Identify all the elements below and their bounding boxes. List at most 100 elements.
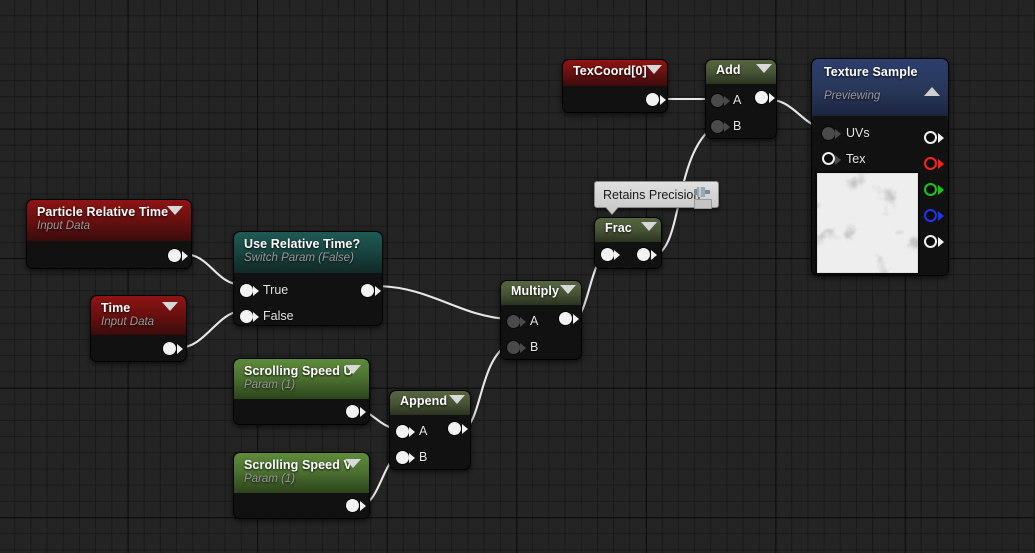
chevron-up-icon[interactable] (924, 87, 940, 96)
tooltip-tail (605, 206, 619, 214)
chevron-down-icon[interactable] (756, 64, 772, 73)
input-pin[interactable] (507, 341, 520, 354)
output-pin-r[interactable] (924, 157, 937, 170)
node-header[interactable]: Texture Sample Previewing (812, 59, 948, 116)
node-time[interactable]: Time Input Data (90, 295, 187, 362)
input-pin-label: B (733, 119, 742, 133)
node-header[interactable]: Use Relative Time? Switch Param (False) (234, 232, 382, 273)
node-header[interactable]: Add (706, 60, 776, 84)
input-pin-arrow (614, 250, 620, 260)
output-pin-arrow (769, 93, 775, 103)
input-pin[interactable] (601, 248, 614, 261)
input-pin-label: False (263, 309, 294, 323)
chevron-down-icon[interactable] (167, 206, 183, 215)
input-pin-row-b[interactable]: B (706, 113, 776, 138)
pushpin-icon[interactable] (692, 186, 712, 198)
tooltip-label: Retains Precision (603, 188, 701, 202)
input-pin-label: A (419, 424, 428, 438)
node-texture-sample[interactable]: Texture Sample Previewing UVs Tex (811, 58, 949, 276)
input-pin[interactable] (396, 425, 409, 438)
node-subtitle: Param (1) (244, 379, 296, 391)
chevron-down-icon[interactable] (646, 65, 662, 74)
input-pin-row-b[interactable]: B (390, 444, 470, 469)
output-pin[interactable] (168, 249, 181, 262)
material-node-graph-canvas[interactable]: Particle Relative Time Input Data Time I… (0, 0, 1035, 553)
input-pin[interactable] (711, 94, 724, 107)
retains-precision-tooltip[interactable]: Retains Precision (594, 181, 719, 214)
input-pin-arrow (724, 122, 730, 132)
output-pin-arrow-r (938, 159, 944, 169)
input-pin[interactable] (822, 152, 835, 165)
output-pin-rgb[interactable] (924, 131, 937, 144)
node-header[interactable]: Scrolling Speed V Param (1) (234, 453, 369, 493)
output-pin[interactable] (163, 342, 176, 355)
output-pin-arrow-g (938, 185, 944, 195)
output-pin[interactable] (448, 422, 461, 435)
input-pin[interactable] (507, 315, 520, 328)
input-pin-arrow (520, 317, 526, 327)
node-header[interactable]: Scrolling Speed U Param (1) (234, 359, 369, 399)
node-particle-relative-time[interactable]: Particle Relative Time Input Data (26, 199, 192, 269)
node-title: Scrolling Speed V (244, 458, 352, 472)
chevron-down-icon[interactable] (345, 365, 361, 374)
input-pin-label: A (530, 314, 539, 328)
node-body (27, 241, 191, 268)
chevron-down-icon[interactable] (641, 222, 657, 231)
input-pin[interactable] (822, 127, 835, 140)
input-pin-arrow (409, 453, 415, 463)
chevron-down-icon[interactable] (449, 395, 465, 404)
node-scrolling-speed-u[interactable]: Scrolling Speed U Param (1) (233, 358, 370, 425)
output-pin[interactable] (361, 284, 374, 297)
output-pin-arrow (177, 344, 183, 354)
chevron-down-icon[interactable] (560, 285, 576, 294)
output-pin[interactable] (346, 405, 359, 418)
output-pin[interactable] (559, 312, 572, 325)
output-pin-arrow (182, 251, 188, 261)
node-scrolling-speed-v[interactable]: Scrolling Speed V Param (1) (233, 452, 370, 519)
small-button-icon[interactable] (694, 199, 712, 209)
node-header[interactable]: Append (390, 391, 470, 415)
chevron-down-icon[interactable] (345, 459, 361, 468)
input-pin[interactable] (240, 310, 253, 323)
output-pin-arrow (573, 314, 579, 324)
input-pin-arrow (835, 155, 841, 165)
wire-time-to-false (177, 309, 241, 350)
node-body (234, 493, 369, 518)
input-pin-arrow (520, 343, 526, 353)
output-pin[interactable] (346, 499, 359, 512)
output-pin[interactable] (637, 248, 650, 261)
input-pin-row-false[interactable]: False (234, 303, 382, 325)
input-pin[interactable] (396, 451, 409, 464)
node-header[interactable]: TexCoord[0] (563, 60, 667, 86)
node-frac[interactable]: Frac (594, 217, 662, 269)
node-append[interactable]: Append A B (389, 390, 471, 470)
input-pin[interactable] (240, 284, 253, 297)
node-subtitle: Input Data (37, 220, 91, 232)
input-pin-arrow (253, 286, 259, 296)
output-pin-arrow-b (938, 211, 944, 221)
output-pin-arrow (660, 95, 666, 105)
node-add[interactable]: Add A B (705, 59, 777, 139)
output-pin-a[interactable] (924, 235, 937, 248)
input-pin-label: True (263, 283, 289, 297)
node-multiply[interactable]: Multiply A B (500, 280, 582, 360)
input-pin-row-true[interactable]: True (234, 277, 382, 303)
output-pin-g[interactable] (924, 183, 937, 196)
node-body: True False (234, 273, 382, 325)
node-header[interactable]: Frac (595, 218, 661, 242)
node-header[interactable]: Time Input Data (91, 296, 186, 335)
node-header[interactable]: Multiply (501, 281, 581, 305)
node-texcoord-0[interactable]: TexCoord[0] (562, 59, 668, 113)
chevron-down-icon[interactable] (162, 302, 178, 311)
output-pin[interactable] (755, 91, 768, 104)
node-subtitle: Switch Param (False) (244, 252, 354, 264)
node-use-relative-time[interactable]: Use Relative Time? Switch Param (False) … (233, 231, 383, 326)
node-title: Texture Sample (824, 65, 918, 79)
node-title: Use Relative Time? (244, 237, 361, 251)
output-pin[interactable] (646, 93, 659, 106)
input-pin[interactable] (711, 120, 724, 133)
node-subtitle: Input Data (101, 316, 155, 328)
input-pin-row-b[interactable]: B (501, 334, 581, 359)
output-pin-b[interactable] (924, 209, 937, 222)
node-header[interactable]: Particle Relative Time Input Data (27, 200, 191, 241)
